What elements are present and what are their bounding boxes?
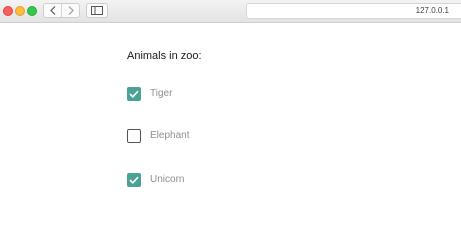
back-button[interactable] [44, 4, 61, 17]
url-text: 127.0.0.1 [415, 6, 449, 15]
sidebar-icon [91, 6, 103, 15]
chevron-right-icon [68, 6, 74, 15]
close-window-icon[interactable] [3, 6, 13, 16]
checkbox-elephant[interactable] [127, 129, 141, 143]
option-label: Tiger [150, 88, 173, 99]
option-label: Unicorn [150, 174, 185, 185]
address-bar[interactable]: 127.0.0.1 [246, 3, 461, 19]
option-elephant[interactable]: Elephant [127, 129, 189, 143]
option-label: Elephant [150, 130, 190, 141]
sidebar-toggle-button[interactable] [86, 3, 108, 18]
navigation-buttons [43, 3, 80, 18]
zoom-window-icon[interactable] [27, 6, 37, 16]
browser-toolbar: 127.0.0.1 [0, 0, 461, 23]
forward-button[interactable] [61, 4, 79, 17]
option-unicorn[interactable]: Unicorn [127, 173, 184, 187]
chevron-left-icon [49, 6, 55, 15]
page-heading: Animals in zoo: [127, 50, 202, 62]
checkmark-icon [129, 90, 139, 98]
option-tiger[interactable]: Tiger [127, 87, 172, 101]
checkbox-unicorn[interactable] [127, 173, 141, 187]
minimize-window-icon[interactable] [15, 6, 25, 16]
checkmark-icon [129, 176, 139, 184]
checkbox-tiger[interactable] [127, 87, 141, 101]
